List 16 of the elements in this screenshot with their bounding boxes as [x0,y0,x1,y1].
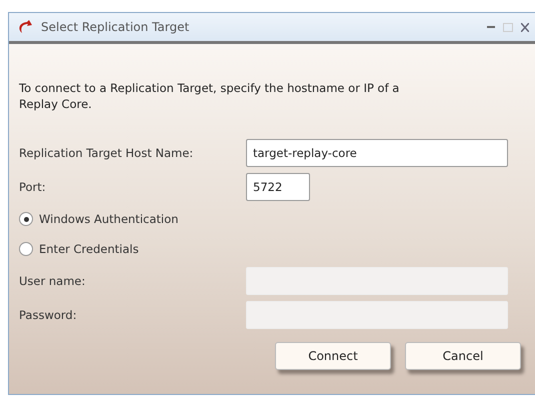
input-field[interactable]: 5722 [246,173,310,201]
field-label: Replication Target Host Name: [19,146,194,160]
cancel-button[interactable]: Cancel [405,342,521,370]
input-field[interactable]: target-replay-core [246,139,508,167]
minimize-icon[interactable] [487,26,495,28]
field-label: Port: [19,180,47,194]
close-icon[interactable] [521,22,529,32]
connect-button[interactable]: Connect [275,342,391,370]
instruction-text: To connect to a Replication Target, specify the hostname or IP of a Replay Core. [19,80,400,112]
radio-label: Windows Authentication [39,212,180,226]
window-title: Select Replication Target [41,20,190,34]
radio-button[interactable] [19,212,33,226]
field-label: Password: [19,308,78,322]
radio-button[interactable] [19,242,33,256]
field-label: User name: [19,274,86,288]
radio-label: Enter Credentials [39,242,140,256]
